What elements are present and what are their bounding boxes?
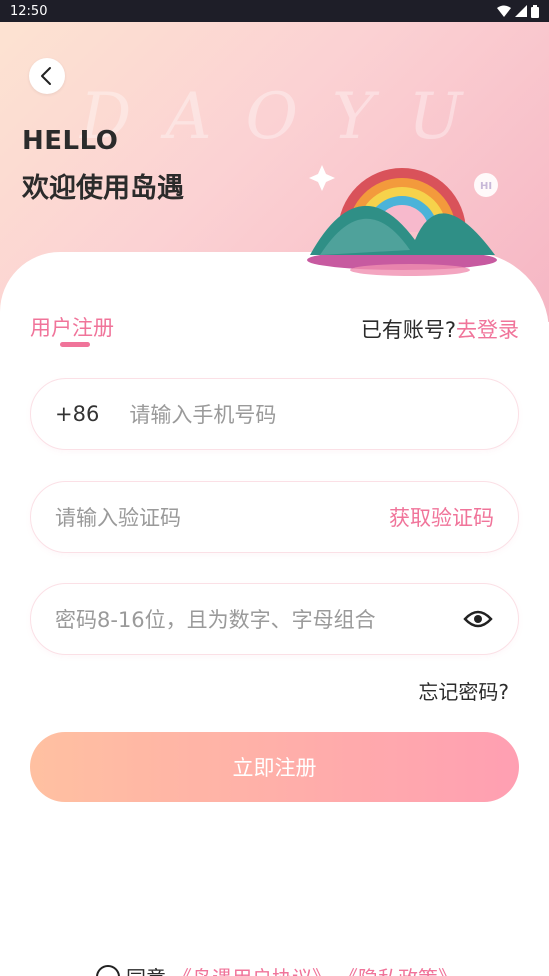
hello-heading: HELLO — [22, 126, 119, 156]
agree-label: 同意 — [126, 962, 166, 976]
tab-register[interactable]: 用户注册 — [30, 312, 114, 342]
chevron-left-icon — [41, 67, 51, 85]
rainbow-island-illustration: HI — [307, 165, 498, 276]
verification-code-field[interactable]: 请输入验证码 获取验证码 — [30, 481, 519, 553]
password-field[interactable]: 密码8-16位，且为数字、字母组合 — [30, 583, 519, 655]
battery-icon — [531, 4, 539, 18]
status-bar: 12:50 — [0, 0, 549, 22]
password-input[interactable]: 密码8-16位，且为数字、字母组合 — [55, 604, 462, 634]
register-screen: 12:50 DAOYU HELLO 欢迎使用岛遇 HI 用户注册 已有账号? 去… — [0, 0, 549, 976]
eye-icon[interactable] — [462, 603, 494, 635]
privacy-policy-link[interactable]: 《隐私政策》 — [338, 962, 458, 976]
login-prompt: 已有账号? 去登录 — [361, 314, 519, 344]
phone-field[interactable]: +86 请输入手机号码 — [30, 378, 519, 450]
has-account-label: 已有账号? — [360, 318, 456, 342]
forgot-password-link[interactable]: 忘记密码? — [418, 676, 509, 705]
agreement-row: 同意 《岛遇用户协议》 《隐私政策》 — [96, 962, 458, 976]
wifi-icon — [497, 5, 511, 17]
register-button[interactable]: 立即注册 — [30, 732, 519, 802]
get-code-button[interactable]: 获取验证码 — [389, 502, 494, 532]
back-button[interactable] — [29, 58, 65, 94]
signal-icon — [515, 5, 527, 17]
phone-input[interactable]: 请输入手机号码 — [129, 399, 494, 429]
user-agreement-link[interactable]: 《岛遇用户协议》 — [172, 962, 332, 976]
go-login-link[interactable]: 去登录 — [456, 314, 519, 344]
status-time: 12:50 — [10, 3, 48, 19]
country-code[interactable]: +86 — [55, 402, 99, 426]
welcome-heading: 欢迎使用岛遇 — [22, 173, 184, 204]
agree-checkbox[interactable] — [96, 964, 120, 976]
code-input[interactable]: 请输入验证码 — [55, 502, 389, 532]
hi-badge: HI — [480, 181, 492, 192]
status-icons — [497, 4, 539, 18]
tab-indicator — [60, 342, 90, 347]
